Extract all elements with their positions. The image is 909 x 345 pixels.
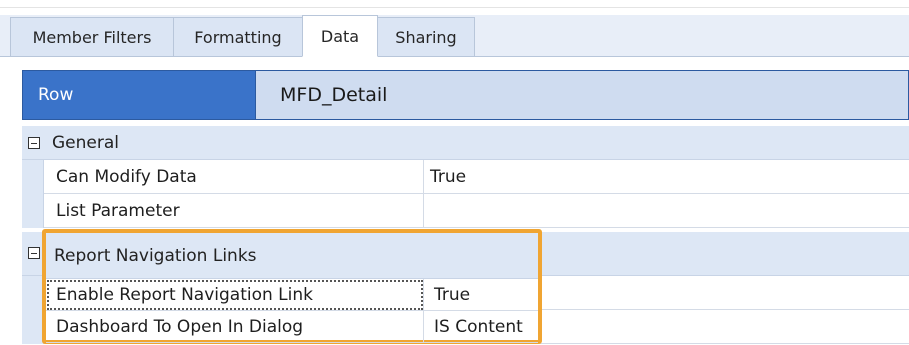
row-header: Row MFD_Detail — [22, 70, 909, 120]
property-value[interactable]: IS Content — [424, 311, 538, 343]
tab-data[interactable]: Data — [302, 15, 378, 57]
tab-formatting[interactable]: Formatting — [173, 17, 303, 57]
category-label: Report Navigation Links — [54, 245, 257, 266]
row-gutter — [22, 276, 44, 310]
row-gutter — [22, 194, 44, 228]
category-label: General — [52, 133, 119, 153]
property-value[interactable] — [424, 194, 909, 228]
property-name: Can Modify Data — [44, 160, 424, 194]
property-enable-report-navigation-link[interactable]: Enable Report Navigation Link True — [46, 279, 538, 311]
row-header-value[interactable]: MFD_Detail — [255, 71, 908, 119]
highlight-callout: Report Navigation Links Enable Report Na… — [42, 229, 542, 344]
category-general[interactable]: General — [22, 126, 909, 160]
tab-underline — [0, 56, 909, 57]
top-divider — [0, 7, 909, 8]
property-dashboard-to-open-in-dialog[interactable]: Dashboard To Open In Dialog IS Content — [46, 311, 538, 343]
tab-strip: Member Filters Formatting Data Sharing — [0, 15, 909, 57]
tab-sharing[interactable]: Sharing — [377, 17, 475, 57]
row-gutter — [22, 160, 44, 194]
property-row-can-modify-data[interactable]: Can Modify Data True — [22, 160, 909, 194]
row-header-label: Row — [38, 85, 74, 105]
tab-member-filters[interactable]: Member Filters — [10, 17, 174, 57]
category-report-navigation-links[interactable]: Report Navigation Links — [46, 233, 538, 279]
property-value[interactable]: True — [424, 160, 909, 194]
property-name: Enable Report Navigation Link — [46, 279, 424, 311]
collapse-box-icon[interactable] — [28, 247, 40, 259]
property-name: List Parameter — [44, 194, 424, 228]
collapse-box-icon[interactable] — [28, 137, 40, 149]
property-value[interactable]: True — [424, 279, 538, 311]
property-row-list-parameter[interactable]: List Parameter — [22, 194, 909, 228]
row-gutter — [22, 310, 44, 344]
property-name: Dashboard To Open In Dialog — [46, 311, 424, 343]
